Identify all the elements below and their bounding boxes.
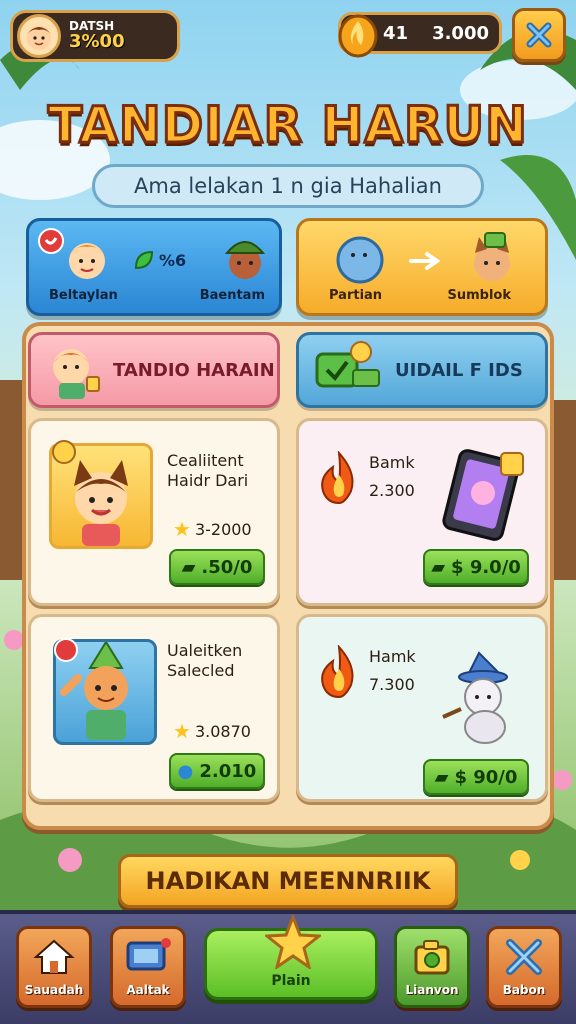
nav-label: Babon	[502, 983, 546, 997]
tab-label: UIDAIL F IDS	[395, 359, 523, 381]
item-amount: 2.300	[369, 481, 415, 500]
item-stars-value: 3.0870	[194, 721, 251, 741]
page-title: TANDIAR HARUN	[47, 95, 529, 156]
nav-tools-button[interactable]: Babon	[486, 926, 562, 1008]
promo-banner-button[interactable]: HADIKAN MEENNRIIK	[118, 854, 458, 908]
currency-value-1: 41	[383, 22, 409, 44]
character-wizard-cat-icon	[442, 651, 508, 744]
arrow-right-icon	[409, 252, 441, 270]
nav-label: Sauadah	[24, 983, 84, 997]
buy-price: 2.010	[199, 760, 257, 782]
cash-icon: ▰	[434, 766, 449, 788]
nav-label: Aaltak	[126, 983, 170, 997]
tab-tandio-harain[interactable]: TANDIO HARAIN	[28, 332, 280, 408]
item-name-line2: Haidr Dari	[167, 471, 249, 490]
item-stars-value: 3-2000	[194, 519, 252, 539]
nav-tv-button[interactable]: Aaltak	[110, 926, 186, 1008]
tablet-device-icon	[442, 449, 524, 541]
star-icon: ★	[173, 719, 191, 743]
category-left-label: Partian	[329, 288, 383, 303]
character-cat-icon	[474, 232, 510, 281]
character-acorn-icon	[224, 241, 266, 279]
buy-button[interactable]: ▰ .50/0	[169, 549, 265, 585]
close-button[interactable]	[512, 8, 566, 62]
tab-uidail-fids[interactable]: UIDAIL F IDS	[296, 332, 548, 408]
heart-badge-icon	[54, 638, 78, 662]
flame-icon	[321, 645, 354, 699]
buy-button[interactable]: ● 2.010	[169, 753, 265, 789]
star-icon: ★	[173, 517, 191, 541]
close-icon	[526, 22, 552, 48]
category-card-beltaylan[interactable]: %6 Beltaylan Baentam	[26, 218, 282, 316]
tools-icon	[506, 939, 542, 975]
category-left-label: Beltaylan	[49, 288, 118, 303]
item-name: Hamk	[369, 647, 416, 666]
currency-value-2: 3.000	[432, 22, 489, 44]
item-name: Bamk	[369, 453, 415, 472]
shop-item-card[interactable]: Ualeitken Salecled ★ 3.0870 ● 2.010	[28, 614, 280, 802]
shop-item-card[interactable]: Bamk 2.300 ▰ $ 9.0/0	[296, 418, 548, 606]
currency-display[interactable]: 41 3.000	[338, 12, 502, 58]
character-girl-icon	[53, 349, 100, 399]
cash-icon: ▰	[181, 556, 196, 578]
leaf-icon	[134, 250, 154, 270]
page-subtitle: Ama lelakan 1 n gia Hahalian	[92, 164, 484, 208]
player-score: 3%00	[69, 30, 125, 52]
play-label: Plain	[271, 973, 311, 989]
buy-button[interactable]: ▰ $ 90/0	[423, 759, 529, 795]
player-profile[interactable]: DATSH 3%00	[10, 10, 180, 62]
shop-item-card[interactable]: Cealiitent Haidr Dari ★ 3-2000 ▰ .50/0	[28, 418, 280, 606]
nav-label: Lianvon	[405, 983, 459, 997]
flame-coin-icon	[338, 14, 378, 58]
chat-bubble-icon: ●	[177, 760, 194, 782]
blue-ball-icon	[336, 236, 384, 284]
item-amount: 7.300	[369, 675, 415, 694]
star-icon	[265, 915, 321, 969]
nav-home-button[interactable]: Sauadah	[16, 926, 92, 1008]
category-right-label: Sumblok	[447, 288, 511, 303]
tab-label: TANDIO HARAIN	[113, 359, 275, 381]
cash-check-icon	[315, 341, 380, 388]
boy-face-icon	[27, 26, 51, 50]
cash-icon: ▰	[431, 556, 446, 578]
home-icon	[33, 939, 75, 974]
character-boy-icon	[69, 243, 105, 279]
buy-price: $ 90/0	[454, 766, 518, 788]
shop-item-card[interactable]: Hamk 7.300 ▰ $ 90/0	[296, 614, 548, 802]
item-name-line2: Salecled	[167, 661, 235, 680]
avatar	[17, 14, 61, 58]
flame-icon	[321, 451, 354, 505]
category-card-partian[interactable]: Partian Sumblok	[296, 218, 548, 316]
camera-icon	[414, 940, 450, 975]
item-name-line1: Ualeitken	[167, 641, 243, 660]
nav-camera-button[interactable]: Lianvon	[394, 926, 470, 1008]
tv-screen-icon	[126, 938, 171, 971]
gold-badge-icon	[52, 440, 76, 464]
play-button[interactable]: Plain	[204, 915, 378, 1000]
item-name-line1: Cealiitent	[167, 451, 244, 470]
category-multiplier: %6	[159, 251, 187, 270]
buy-price: .50/0	[201, 556, 253, 578]
category-right-label: Baentam	[199, 288, 265, 303]
buy-price: $ 9.0/0	[451, 556, 521, 578]
buy-button[interactable]: ▰ $ 9.0/0	[423, 549, 529, 585]
